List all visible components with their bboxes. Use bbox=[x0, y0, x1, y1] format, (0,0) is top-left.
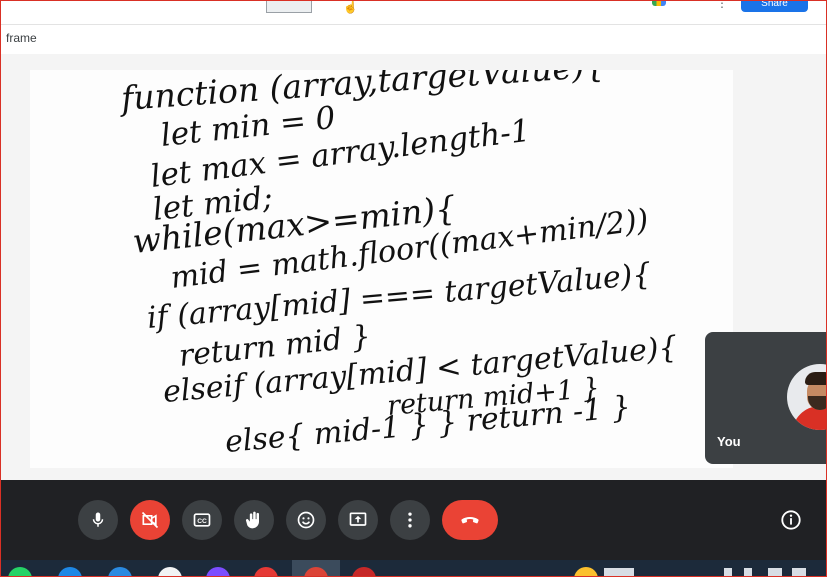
acrobat-icon[interactable] bbox=[352, 567, 376, 577]
self-view-label: You bbox=[717, 434, 741, 449]
hand-icon bbox=[245, 511, 259, 529]
videocam-off-icon bbox=[141, 511, 159, 529]
document-title: frame bbox=[6, 31, 37, 45]
mic-icon bbox=[92, 512, 104, 527]
top-toolbar: ⌃ ☝ ⋮ Share bbox=[0, 0, 827, 25]
call-controls-bar: CC bbox=[0, 480, 827, 560]
tray-icon[interactable] bbox=[724, 568, 732, 577]
call-end-icon bbox=[461, 517, 479, 524]
app-icon[interactable] bbox=[254, 567, 278, 577]
app-icon[interactable] bbox=[206, 567, 230, 577]
tray-icon[interactable] bbox=[744, 568, 752, 577]
svg-text:CC: CC bbox=[197, 518, 207, 525]
avatar bbox=[787, 364, 827, 430]
raise-hand-button[interactable] bbox=[234, 500, 274, 540]
more-options-button[interactable] bbox=[390, 500, 430, 540]
weather-icon[interactable] bbox=[574, 567, 598, 577]
handwriting-canvas: function (array,targetValue){ let min = … bbox=[117, 70, 679, 460]
code-line: function (array,targetValue){ bbox=[117, 70, 607, 118]
share-button[interactable]: Share bbox=[741, 0, 808, 12]
app-icon[interactable] bbox=[158, 567, 182, 577]
handwritten-code-page: function (array,targetValue){ let min = … bbox=[30, 70, 733, 468]
slide-thumbnail[interactable] bbox=[266, 0, 312, 13]
self-view-tile[interactable]: You bbox=[705, 332, 827, 464]
present-button[interactable] bbox=[338, 500, 378, 540]
vscode-icon[interactable] bbox=[108, 567, 132, 577]
weather-text bbox=[604, 568, 634, 577]
os-taskbar bbox=[0, 560, 827, 577]
presentation-area: function (array,targetValue){ let min = … bbox=[0, 54, 827, 480]
mouse-pointer-icon: ☝ bbox=[343, 0, 358, 14]
info-icon bbox=[781, 510, 801, 530]
edge-browser-icon[interactable] bbox=[58, 567, 82, 577]
captions-button[interactable]: CC bbox=[182, 500, 222, 540]
tray-icon[interactable] bbox=[768, 568, 782, 577]
chevron-icon[interactable]: ⌃ bbox=[230, 0, 242, 11]
camera-off-button[interactable] bbox=[130, 500, 170, 540]
whatsapp-icon[interactable] bbox=[8, 567, 32, 577]
google-drive-icon[interactable] bbox=[652, 0, 666, 6]
present-icon bbox=[349, 512, 367, 526]
more-vert-icon bbox=[408, 512, 412, 528]
leave-call-button[interactable] bbox=[442, 500, 498, 540]
meeting-details-button[interactable] bbox=[774, 500, 808, 540]
reactions-button[interactable] bbox=[286, 500, 326, 540]
microphone-button[interactable] bbox=[78, 500, 118, 540]
closed-caption-icon: CC bbox=[193, 513, 211, 527]
emoji-icon bbox=[297, 511, 315, 529]
more-vert-icon[interactable]: ⋮ bbox=[716, 0, 728, 10]
volume-icon[interactable] bbox=[792, 568, 806, 577]
